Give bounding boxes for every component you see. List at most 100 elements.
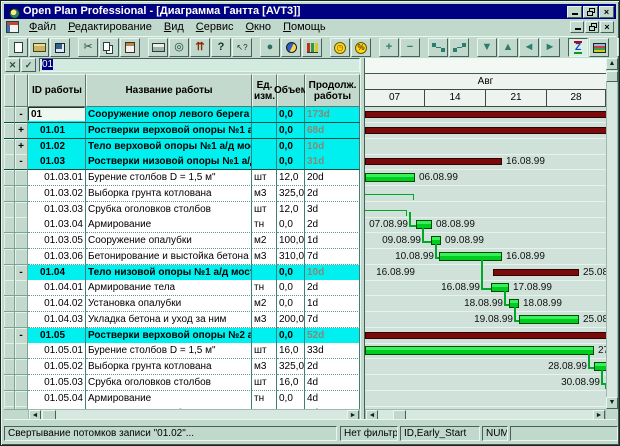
gantt-task-bar[interactable]: [491, 283, 509, 292]
gantt-summary-bar[interactable]: [365, 158, 502, 165]
table-row[interactable]: +01.01Ростверки верховой опоры №1 а/д0,0…: [4, 123, 360, 139]
cell-unit[interactable]: м2: [252, 296, 277, 312]
context-help-button[interactable]: ↖?: [232, 38, 252, 57]
cell-name[interactable]: Тело верховой опоры №1 а/д моста: [86, 139, 252, 155]
row-selector[interactable]: [4, 343, 15, 359]
cell-unit[interactable]: тн: [252, 280, 277, 296]
gantt-task-bar[interactable]: [365, 173, 415, 182]
help-button[interactable]: ?: [211, 38, 231, 57]
cell-duration[interactable]: 4d: [305, 375, 360, 391]
cell-name[interactable]: Срубка оголовков столбов: [86, 375, 252, 391]
cell-duration[interactable]: 33d: [305, 343, 360, 359]
cell-name[interactable]: Армирование: [86, 391, 252, 407]
table-row[interactable]: 01.04.01Армирование телатн0,02d: [4, 280, 360, 296]
cell-name[interactable]: Сооружение опалубки: [86, 233, 252, 249]
scroll-down-arrow[interactable]: ▼: [606, 397, 618, 409]
cell-id[interactable]: 01.05.03: [28, 375, 86, 391]
move-up-button[interactable]: ▲: [498, 38, 518, 57]
cell-unit[interactable]: шт: [252, 375, 277, 391]
cell-qty[interactable]: 12,0: [277, 202, 305, 218]
cell-unit[interactable]: [252, 123, 277, 139]
cell-id[interactable]: 01.03: [28, 154, 86, 170]
header-name[interactable]: Название работы: [86, 74, 252, 107]
row-expander[interactable]: [15, 186, 28, 202]
cell-qty[interactable]: 0,0: [277, 328, 305, 344]
table-row[interactable]: -01.05Ростверки верховой опоры №2 а/д0,0…: [4, 328, 360, 344]
cell-qty[interactable]: 310,0: [277, 249, 305, 265]
table-row[interactable]: 01.05.04Армированиетн0,04d: [4, 391, 360, 407]
cell-duration[interactable]: 2d: [305, 217, 360, 233]
row-selector[interactable]: [4, 296, 15, 312]
cell-qty[interactable]: 325,0: [277, 359, 305, 375]
cell-qty[interactable]: 0,0: [277, 154, 305, 170]
table-row[interactable]: 01.05.01Бурение столбов D = 1,5 м"шт16,0…: [4, 343, 360, 359]
cell-duration[interactable]: 10d: [305, 139, 360, 155]
table-row[interactable]: 01.05.03Срубка оголовков столбовшт16,04d: [4, 375, 360, 391]
link-activities-button[interactable]: [428, 38, 448, 57]
move-left-button[interactable]: ◄: [519, 38, 539, 57]
child-minimize-button[interactable]: [570, 21, 584, 33]
row-expander[interactable]: [15, 359, 28, 375]
cell-unit[interactable]: тн: [252, 217, 277, 233]
cell-unit[interactable]: м3: [252, 359, 277, 375]
histogram-button[interactable]: [302, 38, 322, 57]
table-row[interactable]: 01.04.02Установка опалубким20,01d: [4, 296, 360, 312]
gantt-vscrollbar[interactable]: ▲ ▼: [606, 58, 618, 409]
edit-input[interactable]: 01: [39, 58, 360, 72]
active-edit-cell[interactable]: 01: [28, 107, 85, 121]
cancel-edit-button[interactable]: ✕: [5, 58, 20, 72]
cell-id[interactable]: 01.03.05: [28, 233, 86, 249]
row-expander[interactable]: [15, 249, 28, 265]
cell-name[interactable]: Ростверки верховой опоры №1 а/д: [86, 123, 252, 139]
print-button[interactable]: [148, 38, 168, 57]
cell-qty[interactable]: 12,0: [277, 170, 305, 186]
menu-item-редактирование[interactable]: Редактирование: [62, 20, 158, 35]
cell-id[interactable]: 01.04: [28, 265, 86, 281]
gantt-view-button[interactable]: Z: [568, 38, 588, 57]
row-selector[interactable]: [4, 249, 15, 265]
row-expander[interactable]: [15, 202, 28, 218]
row-selector[interactable]: [4, 375, 15, 391]
cell-duration[interactable]: 10d: [305, 265, 360, 281]
spreadsheet-view-button[interactable]: [589, 38, 609, 57]
table-row[interactable]: 01.03.04Армированиетн0,02d: [4, 217, 360, 233]
open-folder-button[interactable]: [29, 38, 49, 57]
header-selector-2[interactable]: [15, 74, 28, 107]
save-button[interactable]: [50, 38, 70, 57]
cell-unit[interactable]: шт: [252, 202, 277, 218]
header-selector-1[interactable]: [4, 74, 15, 107]
menu-item-вид[interactable]: Вид: [158, 20, 190, 35]
gantt-summary-bar[interactable]: [493, 269, 579, 276]
row-expander[interactable]: [15, 233, 28, 249]
delete-activity-button[interactable]: −: [400, 38, 420, 57]
cell-unit[interactable]: м3: [252, 249, 277, 265]
table-row[interactable]: 01.03.05Сооружение опалубким2100,01d: [4, 233, 360, 249]
row-selector[interactable]: [4, 328, 15, 344]
gantt-task-bar[interactable]: [365, 346, 594, 355]
cell-duration[interactable]: 31d: [305, 154, 360, 170]
cell-qty[interactable]: 0,0: [277, 265, 305, 281]
row-expander[interactable]: [15, 375, 28, 391]
cell-qty[interactable]: 0,0: [277, 123, 305, 139]
cut-button[interactable]: ✂: [78, 38, 98, 57]
cell-name[interactable]: Ростверки верховой опоры №2 а/д: [86, 328, 252, 344]
row-selector[interactable]: [4, 107, 15, 123]
cell-unit[interactable]: [252, 154, 277, 170]
row-selector[interactable]: [4, 217, 15, 233]
gantt-summary-bar[interactable]: [365, 127, 606, 134]
row-selector[interactable]: [4, 123, 15, 139]
row-expander[interactable]: -: [15, 265, 28, 281]
cell-unit[interactable]: тн: [252, 391, 277, 407]
row-expander[interactable]: [15, 296, 28, 312]
cell-unit[interactable]: [252, 328, 277, 344]
row-selector[interactable]: [4, 312, 15, 328]
cell-qty[interactable]: 0,0: [277, 107, 305, 123]
child-close-button[interactable]: ×: [600, 21, 614, 33]
cell-qty[interactable]: 16,0: [277, 343, 305, 359]
header-qty[interactable]: Объем: [277, 74, 305, 107]
cell-qty[interactable]: 0,0: [277, 296, 305, 312]
percent-button[interactable]: %: [351, 38, 371, 57]
menu-item-окно[interactable]: Окно: [239, 20, 277, 35]
row-selector[interactable]: [4, 170, 15, 186]
cell-duration[interactable]: 2d: [305, 186, 360, 202]
